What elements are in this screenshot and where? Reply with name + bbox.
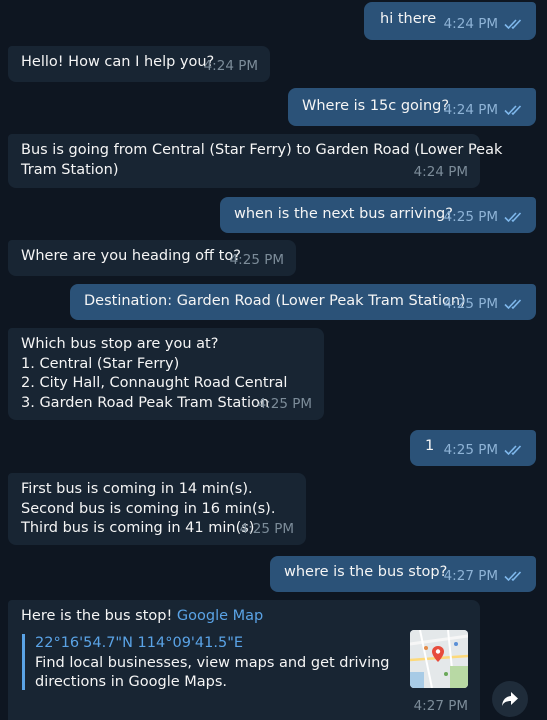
message-time: 4:24 PM bbox=[203, 57, 258, 74]
message-text: First bus is coming in 14 min(s). bbox=[21, 481, 253, 497]
link-preview-title[interactable]: 22°16'54.7"N 114°09'41.5"E bbox=[35, 634, 472, 654]
link-preview-description: Find local businesses, view maps and get… bbox=[35, 654, 390, 691]
outgoing-message[interactable]: when is the next bus arriving? 4:25 PM bbox=[220, 197, 536, 233]
message-time: 4:24 PM bbox=[443, 101, 498, 118]
message-text: Second bus is coming in 16 min(s). bbox=[21, 500, 276, 517]
read-ticks-icon bbox=[504, 105, 522, 116]
forward-button[interactable] bbox=[492, 681, 528, 717]
message-text: Which bus stop are you at? bbox=[21, 336, 219, 352]
read-ticks-icon bbox=[504, 571, 522, 582]
incoming-message[interactable]: Bus is going from Central (Star Ferry) t… bbox=[8, 134, 503, 188]
read-ticks-icon bbox=[504, 299, 522, 310]
map-thumbnail-icon bbox=[410, 630, 468, 688]
incoming-message-with-preview[interactable]: Here is the bus stop! Google Map 22°16'5… bbox=[8, 600, 480, 720]
link-preview[interactable]: 22°16'54.7"N 114°09'41.5"E Find local bu… bbox=[22, 634, 472, 690]
read-ticks-icon bbox=[504, 212, 522, 223]
message-time: 4:27 PM bbox=[443, 567, 498, 584]
map-thumbnail[interactable] bbox=[410, 630, 468, 688]
message-time: 4:24 PM bbox=[443, 15, 498, 32]
outgoing-message[interactable]: Where is 15c going? 4:24 PM bbox=[288, 88, 536, 126]
outgoing-message[interactable]: Destination: Garden Road (Lower Peak Tra… bbox=[70, 284, 536, 320]
message-time: 4:24 PM bbox=[413, 163, 468, 180]
message-time: 4:25 PM bbox=[257, 395, 312, 412]
outgoing-message[interactable]: hi there 4:24 PM bbox=[364, 2, 536, 40]
message-text: Tram Station) bbox=[21, 161, 119, 178]
chat-history: hi there 4:24 PM Hello! How can I help y… bbox=[0, 0, 547, 720]
message-text: Here is the bus stop! Google Map bbox=[21, 608, 264, 624]
message-time: 4:25 PM bbox=[229, 251, 284, 268]
incoming-message[interactable]: First bus is coming in 14 min(s). Second… bbox=[8, 473, 306, 545]
incoming-message[interactable]: Hello! How can I help you? 4:24 PM bbox=[8, 46, 270, 82]
read-ticks-icon bbox=[504, 445, 522, 456]
message-time: 4:25 PM bbox=[239, 520, 294, 537]
message-text: 2. City Hall, Connaught Road Central bbox=[21, 375, 288, 391]
message-time: 4:25 PM bbox=[443, 208, 498, 225]
outgoing-message[interactable]: where is the bus stop? 4:27 PM bbox=[270, 556, 536, 592]
read-ticks-icon bbox=[504, 19, 522, 30]
share-arrow-icon bbox=[502, 692, 518, 706]
message-text: Bus is going from Central (Star Ferry) t… bbox=[21, 142, 503, 158]
outgoing-message[interactable]: 1 4:25 PM bbox=[410, 430, 536, 466]
incoming-message[interactable]: Where are you heading off to? 4:25 PM bbox=[8, 240, 296, 276]
message-text: 1. Central (Star Ferry) bbox=[21, 355, 180, 372]
message-time: 4:27 PM bbox=[413, 697, 468, 714]
message-time: 4:25 PM bbox=[443, 295, 498, 312]
incoming-message[interactable]: Which bus stop are you at? 1. Central (S… bbox=[8, 328, 324, 420]
google-map-link[interactable]: Google Map bbox=[177, 608, 263, 624]
message-time: 4:25 PM bbox=[443, 441, 498, 458]
